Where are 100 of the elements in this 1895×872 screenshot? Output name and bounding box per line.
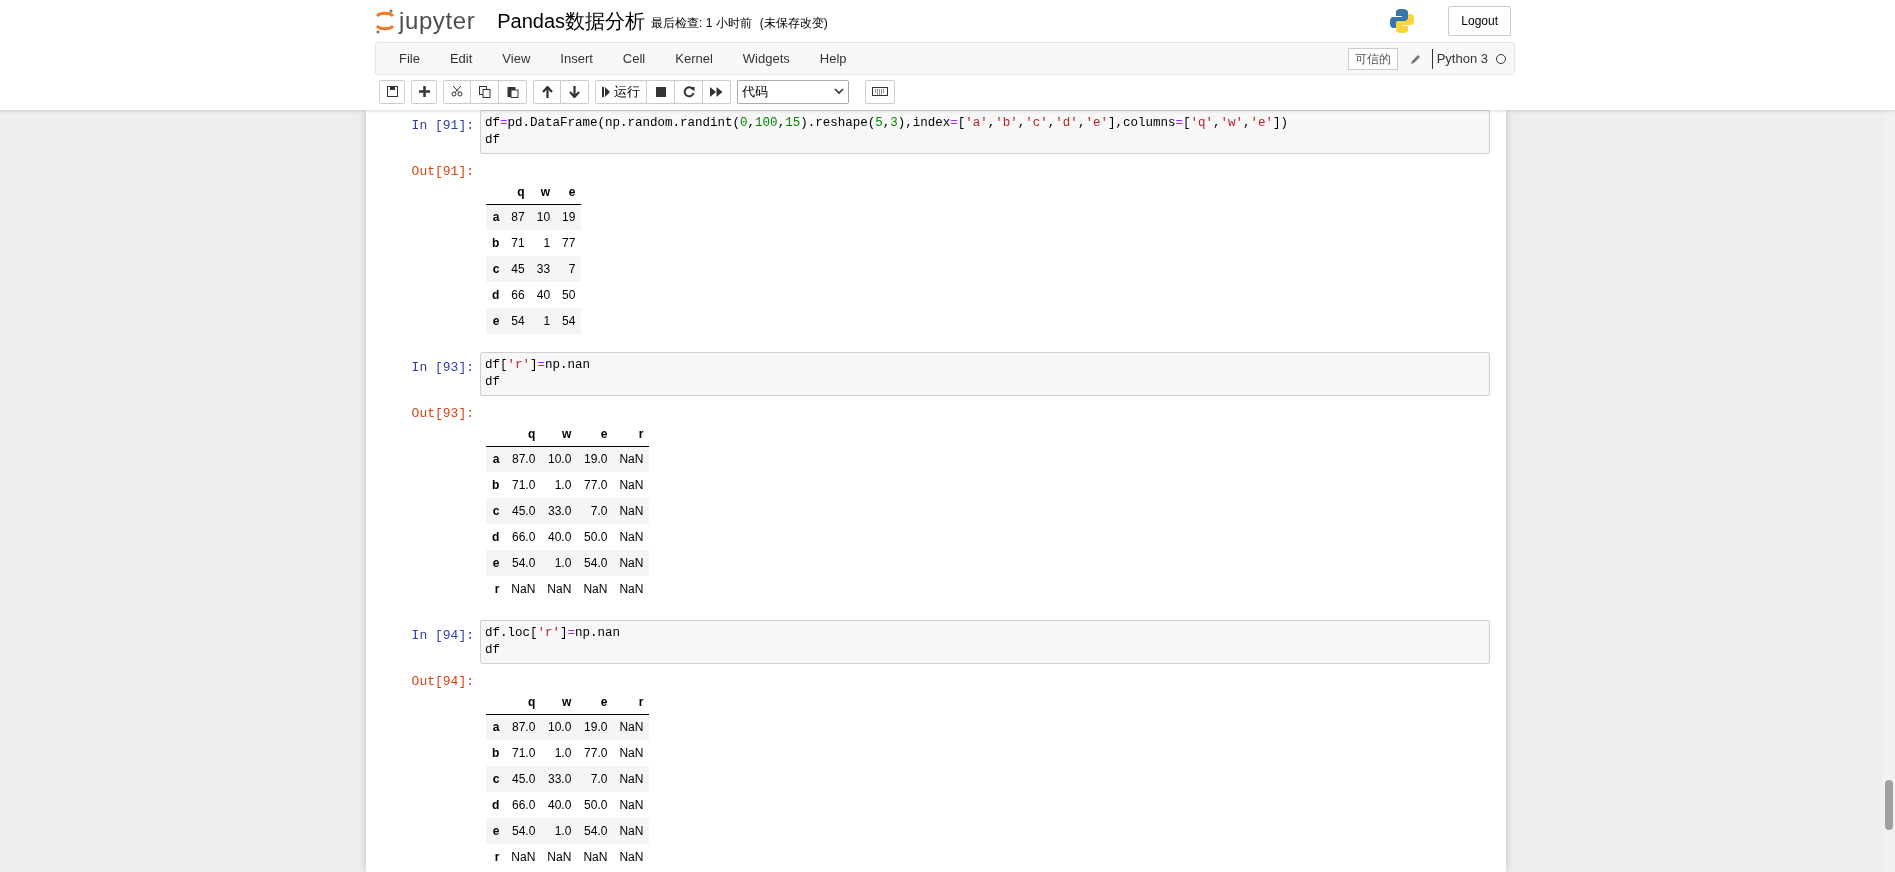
row-index: r [486, 844, 506, 870]
row-index: d [486, 524, 506, 550]
table-cell: 10.0 [541, 446, 578, 472]
table-cell: 40 [530, 282, 557, 308]
table-cell: 50 [556, 282, 582, 308]
table-cell: 77.0 [577, 740, 614, 766]
column-header: r [613, 422, 650, 446]
row-index: d [486, 282, 506, 308]
column-header: w [530, 180, 557, 204]
restart-button[interactable] [675, 79, 703, 104]
move-up-button[interactable] [533, 79, 561, 104]
menu-item[interactable]: Widgets [727, 48, 805, 69]
logout-button[interactable]: Logout [1448, 6, 1511, 36]
menu-item[interactable]: File [384, 48, 435, 69]
table-cell: NaN [541, 576, 578, 602]
row-index: a [486, 446, 506, 472]
table-cell: 7 [556, 256, 582, 282]
menu-item[interactable]: View [487, 48, 546, 69]
stop-button[interactable] [647, 79, 675, 104]
column-header: q [505, 180, 531, 204]
table-cell: NaN [613, 792, 650, 818]
pencil-icon[interactable] [1409, 52, 1422, 65]
table-cell: 87 [505, 204, 531, 230]
chevron-down-icon [834, 88, 844, 95]
row-index: a [486, 714, 506, 740]
autosave-status: (未保存改变) [759, 14, 828, 32]
table-cell: 54.0 [577, 550, 614, 576]
table-cell: NaN [613, 818, 650, 844]
jupyter-logo[interactable]: jupyter [375, 6, 476, 36]
run-button[interactable]: 运行 [595, 79, 647, 104]
input-prompt: In [91]: [410, 117, 475, 135]
fast-forward-icon [710, 86, 723, 97]
table-cell: NaN [505, 844, 542, 870]
table-cell: 33 [530, 256, 557, 282]
menu-item[interactable]: Insert [545, 48, 608, 69]
row-index: c [486, 256, 506, 282]
column-header: w [541, 690, 578, 714]
table-cell: NaN [613, 576, 650, 602]
input-prompt: In [94]: [410, 627, 475, 645]
table-cell: 1 [530, 308, 557, 334]
plus-icon [418, 86, 430, 97]
row-index: a [486, 204, 506, 230]
table-cell: 66.0 [505, 524, 542, 550]
notebook-title[interactable]: Pandas数据分析 [497, 11, 646, 31]
menu-item[interactable]: Edit [434, 48, 488, 69]
paste-button[interactable] [499, 79, 527, 104]
arrow-up-icon [541, 85, 553, 98]
table-cell: 45.0 [505, 766, 542, 792]
column-header: q [505, 422, 542, 446]
table-cell: NaN [613, 766, 650, 792]
trusted-indicator[interactable]: 可信的 [1347, 47, 1398, 70]
keyboard-shortcuts-button[interactable] [865, 79, 895, 104]
table-cell: 19 [556, 204, 582, 230]
table-cell: NaN [613, 740, 650, 766]
cell-type-dropdown[interactable]: 代码 [737, 79, 849, 104]
row-index: b [486, 740, 506, 766]
output-prompt: Out[94]: [410, 673, 475, 691]
cut-button[interactable] [443, 79, 471, 104]
table-cell: NaN [613, 714, 650, 740]
menu-item[interactable]: Cell [607, 48, 661, 69]
table-cell: 1.0 [541, 818, 578, 844]
save-button[interactable] [379, 79, 405, 104]
table-cell: 1.0 [541, 472, 578, 498]
column-header: r [613, 690, 650, 714]
table-cell: 45.0 [505, 498, 542, 524]
paste-icon [506, 85, 519, 98]
table-cell: 71.0 [505, 740, 542, 766]
menu-item[interactable]: Help [804, 48, 862, 69]
row-index: r [486, 576, 506, 602]
table-cell: 7.0 [577, 498, 614, 524]
code-input[interactable]: df['r']=np.nan df [480, 352, 1490, 396]
table-cell: 1 [530, 230, 557, 256]
column-header: w [541, 422, 578, 446]
kernel-name: Python 3 [1436, 49, 1488, 68]
code-input[interactable]: df=pd.DataFrame(np.random.randint(0,100,15).reshape(5,3),index=['a','b','c','d','e'],columns=['q','w','e']) df [480, 110, 1490, 154]
menu-item[interactable]: Kernel [660, 48, 728, 69]
add-cell-button[interactable] [411, 79, 437, 104]
table-cell: 10 [530, 204, 557, 230]
table-cell: 19.0 [577, 446, 614, 472]
column-header: e [577, 690, 614, 714]
table-cell: 19.0 [577, 714, 614, 740]
row-index: e [486, 550, 506, 576]
logo-icon [375, 8, 395, 34]
table-cell: 54.0 [505, 550, 542, 576]
row-index: c [486, 498, 506, 524]
copy-button[interactable] [471, 79, 499, 104]
row-index: c [486, 766, 506, 792]
output-prompt: Out[93]: [410, 405, 475, 423]
row-index: e [486, 308, 506, 334]
fast-forward-button[interactable] [703, 79, 731, 104]
row-index: b [486, 472, 506, 498]
table-cell: 54.0 [577, 818, 614, 844]
table-cell: NaN [613, 472, 650, 498]
move-down-button[interactable] [561, 79, 589, 104]
scissors-icon [451, 86, 463, 97]
table-cell: 66 [505, 282, 531, 308]
table-cell: NaN [613, 524, 650, 550]
table-cell: 50.0 [577, 792, 614, 818]
table-cell: 87.0 [505, 714, 542, 740]
code-input[interactable]: df.loc['r']=np.nan df [480, 620, 1490, 664]
